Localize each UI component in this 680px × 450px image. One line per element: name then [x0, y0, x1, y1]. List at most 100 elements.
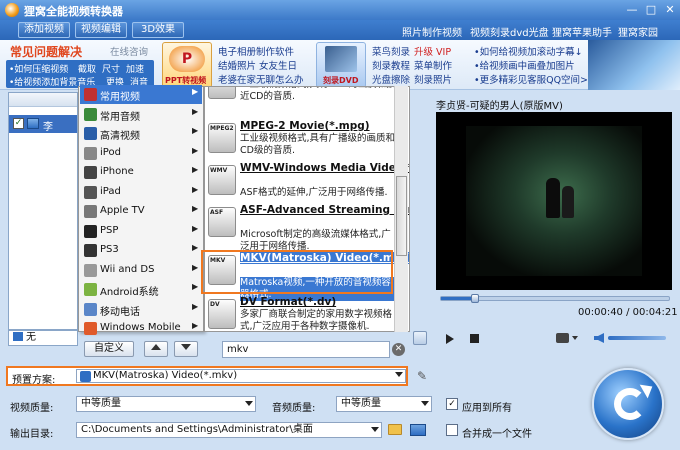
merge-checkbox[interactable]: [446, 424, 458, 436]
convert-button[interactable]: [592, 368, 664, 440]
format-icon-label: ASF: [210, 209, 224, 216]
format-item[interactable]: DV DV Format(*.dv) 多家厂商联合制定的家用数字视频格式,广泛应用于…: [205, 295, 395, 331]
faq-link[interactable]: 加速: [126, 62, 144, 75]
faq-title: 常见问题解决: [10, 45, 83, 59]
chevron-down-icon[interactable]: [572, 336, 578, 340]
banner-link[interactable]: 老婆在家无聊怎么办: [218, 72, 304, 86]
close-icon[interactable]: ✕: [662, 3, 678, 17]
volume-slider[interactable]: [608, 336, 666, 340]
browse-folder-icon[interactable]: [388, 424, 402, 435]
maximize-icon[interactable]: □: [643, 3, 659, 17]
preset-select[interactable]: MKV(Matroska) Video(*.mkv): [76, 369, 406, 383]
banner-link[interactable]: •给视频画中画叠加图片: [474, 58, 575, 72]
file-list-header: [9, 93, 77, 107]
banner-link[interactable]: 刻录照片: [414, 72, 452, 86]
banner-link[interactable]: 菜鸟刻录: [372, 44, 410, 58]
audio-quality-select[interactable]: 中等质量: [336, 396, 432, 412]
add-video-button[interactable]: 添加视频: [18, 22, 70, 38]
format-settings-icon[interactable]: [413, 331, 427, 345]
preset-format-icon: [80, 371, 91, 382]
format-icon-label: MPEG2: [210, 125, 234, 132]
figure-shape: [546, 178, 560, 218]
subtitle-select[interactable]: 无: [8, 330, 78, 346]
banner-link[interactable]: •更多精彩见客服QQ空间>>: [474, 72, 596, 86]
play-icon[interactable]: [446, 334, 454, 344]
category-item[interactable]: iPod ▶: [80, 144, 202, 163]
game-ad-image[interactable]: [588, 40, 680, 90]
banner-link[interactable]: 电子相册制作软件: [218, 44, 294, 58]
faq-online-link[interactable]: 在线咨询: [110, 44, 148, 58]
category-item[interactable]: Windows Mobile ▶: [80, 319, 202, 338]
chevron-right-icon: ▶: [192, 126, 199, 135]
video-quality-value: 中等质量: [81, 398, 121, 409]
photo-to-video-link[interactable]: 照片制作视频: [402, 24, 462, 39]
file-checkbox[interactable]: ✓: [13, 118, 24, 129]
wrench-icon[interactable]: ✎: [414, 368, 430, 384]
faq-box: •如何压缩视频 截取 尺寸 加速 •给视频添加背景音乐 更换 消音: [6, 60, 154, 88]
category-item[interactable]: PS3 ▶: [80, 241, 202, 260]
category-item[interactable]: iPad ▶: [80, 183, 202, 202]
faq-link[interactable]: 截取: [78, 62, 96, 75]
move-up-button[interactable]: [144, 341, 168, 357]
video-quality-select[interactable]: 中等质量: [76, 396, 256, 412]
figure-shape: [562, 186, 574, 218]
banner-link[interactable]: •如何给视频加滚动字幕↓: [474, 44, 583, 58]
format-description: ASF格式的延伸,广泛用于网络传播.: [240, 187, 388, 198]
category-item[interactable]: 常用音频 ▶: [80, 105, 202, 124]
category-item[interactable]: Apple TV ▶: [80, 202, 202, 221]
vip-link[interactable]: 升级 VIP: [414, 44, 451, 58]
custom-button[interactable]: 自定义: [84, 341, 134, 357]
clear-search-icon[interactable]: ✕: [392, 343, 405, 356]
banner-link[interactable]: 光盘擦除: [372, 72, 410, 86]
chevron-down-icon: [421, 401, 429, 406]
format-item[interactable]: ASFASF-Advanced Streaming Format(*.asf)M…: [205, 203, 409, 252]
category-item[interactable]: Android系统 ▶: [80, 280, 202, 299]
category-label: 常用音频: [100, 111, 140, 123]
output-dir-select[interactable]: C:\Documents and Settings\Administrator\…: [76, 422, 382, 438]
category-icon: [84, 283, 97, 296]
apply-all-checkbox[interactable]: ✓: [446, 398, 458, 410]
dvd-label: 刻录DVD: [323, 76, 359, 85]
category-item[interactable]: 高清视频 ▶: [80, 124, 202, 143]
apply-all-label: 应用到所有: [462, 403, 512, 414]
category-item[interactable]: iPhone ▶: [80, 163, 202, 182]
home-link[interactable]: 狸窝家园: [618, 24, 658, 39]
seek-handle[interactable]: [471, 294, 480, 303]
banner-link[interactable]: 结婚照片 女友生日: [218, 58, 297, 72]
dvd-burn-logo[interactable]: 刻录DVD: [316, 42, 366, 88]
format-search-input[interactable]: mkv: [222, 341, 390, 358]
format-item[interactable]: 工业级视频格式,具有VHS的画质和接近CD的音质.: [205, 87, 396, 107]
chevron-down-icon: [371, 427, 379, 432]
banner-link[interactable]: 菜单制作: [414, 58, 452, 72]
scrollbar-thumb[interactable]: [396, 176, 407, 256]
format-item[interactable]: WMV WMV-Windows Media Video(*.wmv) ASF格式的延…: [205, 161, 409, 203]
category-icon: [84, 127, 97, 140]
stop-icon[interactable]: [470, 334, 479, 343]
snapshot-icon[interactable]: [556, 333, 569, 343]
faq-link[interactable]: •如何压缩视频: [9, 62, 68, 75]
ppt-to-video-logo[interactable]: P PPT转视频: [162, 42, 212, 88]
edit-video-button[interactable]: 视频编辑: [75, 22, 127, 38]
banner-link[interactable]: 刻录教程: [372, 58, 410, 72]
format-description: 工业级视频格式,具有VHS的画质和接近CD的音质.: [240, 87, 396, 102]
category-item[interactable]: Wii and DS ▶: [80, 261, 202, 280]
minimize-icon[interactable]: —: [624, 3, 640, 17]
category-item[interactable]: 常用视频 ▶: [80, 85, 202, 104]
apple-helper-link[interactable]: 狸窝苹果助手: [552, 24, 612, 39]
format-item[interactable]: MPEG2 MPEG-2 Movie(*.mpg) 工业级视频格式,具有广播级的画质…: [205, 119, 395, 161]
dvd-burn-link[interactable]: 视频刻录dvd光盘: [470, 24, 549, 39]
volume-icon[interactable]: [594, 333, 604, 343]
seek-bar[interactable]: [440, 294, 670, 303]
category-icon: [84, 146, 97, 160]
open-folder-icon[interactable]: [410, 424, 426, 436]
video-preview[interactable]: [436, 112, 672, 290]
chevron-right-icon: ▶: [192, 184, 199, 194]
category-item[interactable]: 移动电话 ▶: [80, 300, 202, 319]
format-list-scrollbar[interactable]: [394, 86, 408, 332]
chevron-right-icon: ▶: [192, 282, 199, 291]
category-item[interactable]: PSP ▶: [80, 222, 202, 241]
faq-link[interactable]: 尺寸: [102, 62, 120, 75]
move-down-button[interactable]: [174, 341, 198, 357]
3d-effect-button[interactable]: 3D效果: [132, 22, 184, 38]
file-list-row[interactable]: ✓ 李: [9, 115, 77, 133]
